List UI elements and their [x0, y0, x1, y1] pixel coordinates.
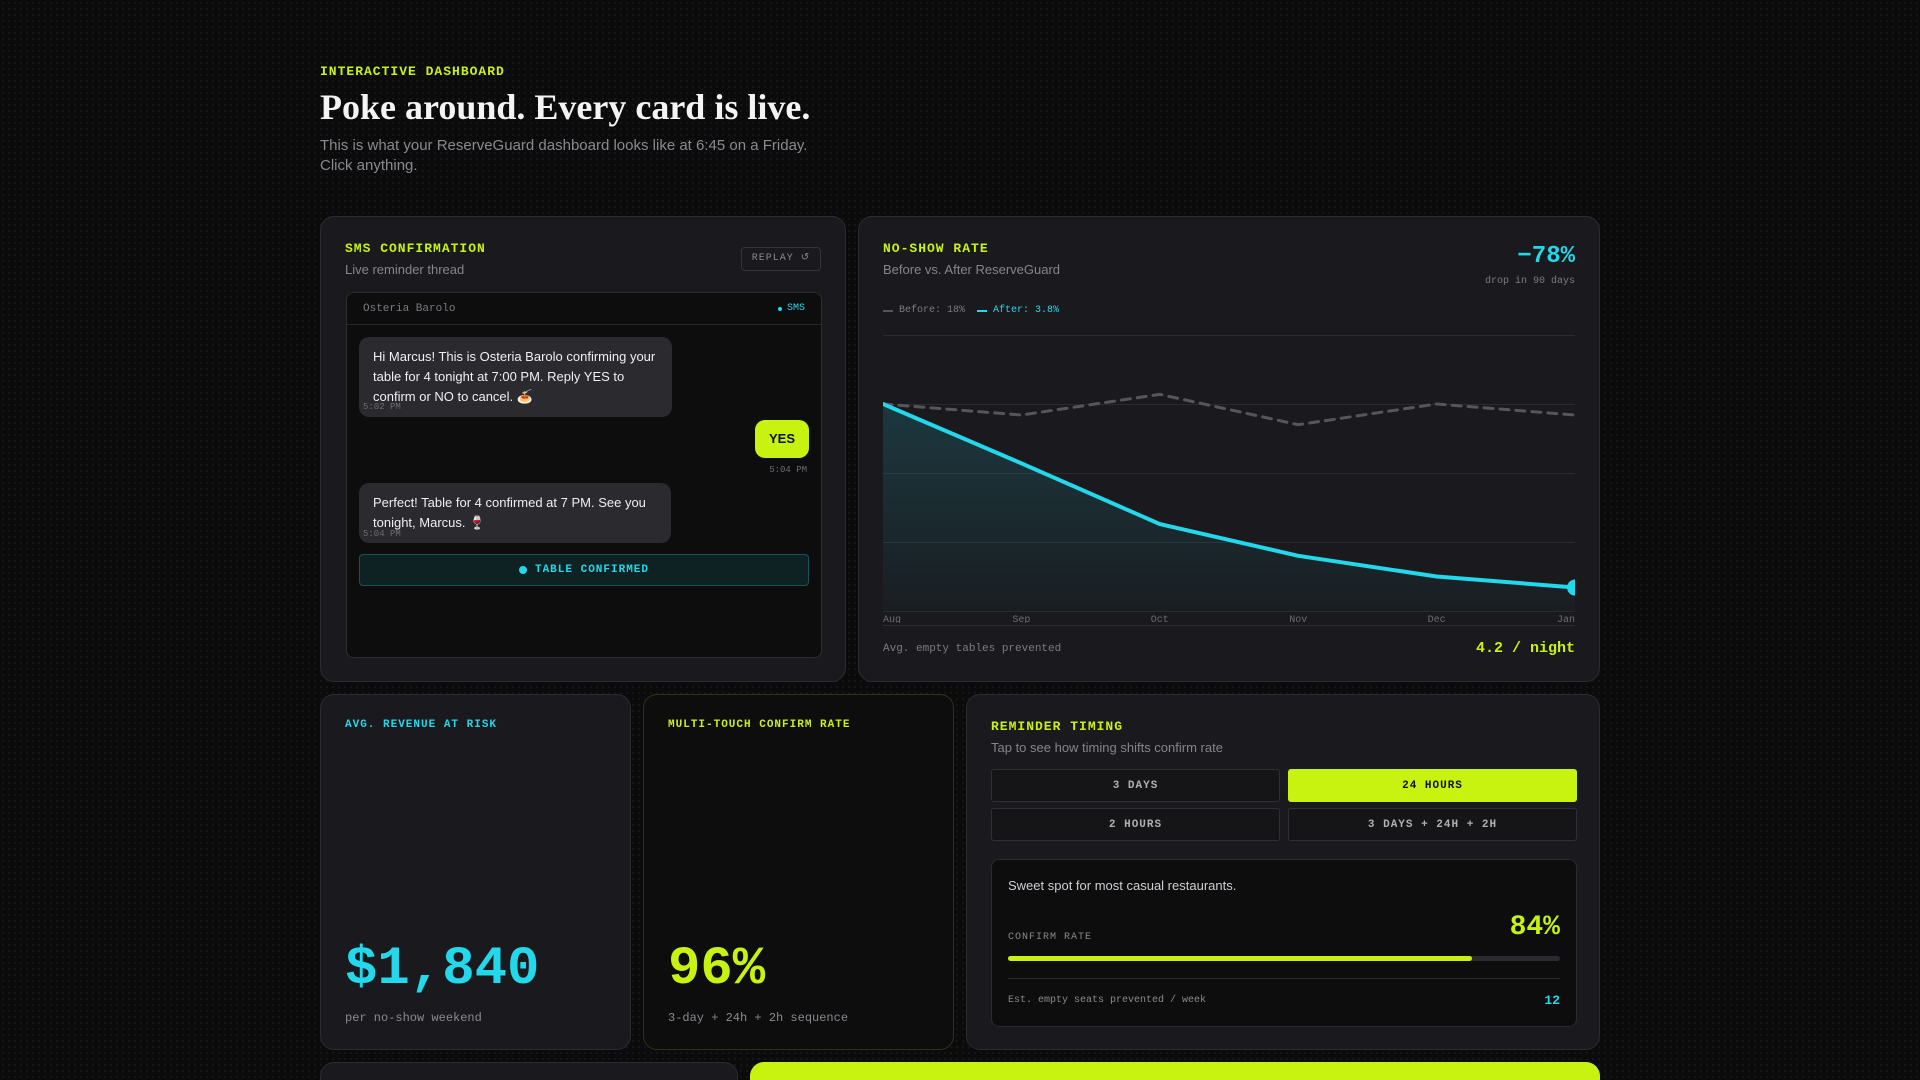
- page-eyebrow: INTERACTIVE DASHBOARD: [320, 64, 505, 79]
- page-subtitle: This is what your ReserveGuard dashboard…: [320, 137, 808, 174]
- sms-confirmation-card[interactable]: SMS CONFIRMATION Live reminder thread RE…: [320, 216, 846, 682]
- timing-option-sequence[interactable]: 3 DAYS + 24H + 2H: [1288, 808, 1577, 841]
- legend-item-after: After: 3.8%: [977, 305, 1059, 316]
- table-confirmed-badge: TABLE CONFIRMED: [359, 554, 809, 586]
- sms-channel-label: SMS: [786, 303, 805, 314]
- no-show-drop-value: −78%: [1517, 243, 1575, 270]
- legend-label-before: Before: 18%: [899, 305, 966, 316]
- confirm-rate-progress-bar: [1008, 956, 1560, 961]
- no-show-line-chart[interactable]: Aug Sep Oct Nov Dec Jan: [883, 335, 1575, 623]
- timing-options: 3 DAYS 24 HOURS 2 HOURS 3 DAYS + 24H + 2…: [991, 769, 1577, 841]
- sms-channel-badge: SMS: [777, 303, 805, 314]
- reminder-timing-card: REMINDER TIMING Tap to see how timing sh…: [966, 694, 1600, 1050]
- message-bubble-incoming: Hi Marcus! This is Osteria Barolo confir…: [359, 337, 672, 417]
- legend-swatch-before: [883, 309, 893, 312]
- empty-tables-label: Avg. empty tables prevented: [883, 642, 1062, 655]
- status-dot-icon: [518, 566, 527, 574]
- page-title: Poke around. Every card is live.: [320, 87, 811, 127]
- timing-detail-panel: Sweet spot for most casual restaurants. …: [991, 859, 1577, 1027]
- revenue-card-title: AVG. REVENUE AT RISK: [345, 719, 498, 731]
- timing-option-2-hours[interactable]: 2 HOURS: [991, 808, 1280, 841]
- legend-item-before: Before: 18%: [883, 305, 965, 316]
- confirm-rate-progress-fill: [1008, 956, 1472, 961]
- timing-card-title: REMINDER TIMING: [991, 719, 1124, 734]
- message-timestamp: 5:04 PM: [769, 465, 807, 475]
- no-show-drop-caption: drop in 90 days: [1484, 276, 1575, 287]
- before-series-line: [883, 392, 1575, 427]
- message-timestamp: 5:04 PM: [363, 529, 401, 539]
- restaurant-name: Osteria Barolo: [363, 302, 456, 315]
- x-tick-label: Aug: [883, 615, 901, 623]
- legend-label-after: After: 3.8%: [993, 305, 1060, 316]
- confirm-rate-caption: 3-day + 24h + 2h sequence: [668, 1011, 849, 1025]
- confirm-rate-label: CONFIRM RATE: [1008, 932, 1093, 943]
- no-show-card-subtitle: Before vs. After ReserveGuard: [883, 262, 1061, 277]
- message-bubble-incoming: Perfect! Table for 4 confirmed at 7 PM. …: [359, 483, 671, 543]
- empty-tables-value: 4.2 / night: [1475, 640, 1575, 657]
- revenue-value: $1,840: [345, 939, 540, 1000]
- message-timestamp: 5:02 PM: [363, 402, 401, 412]
- message-bubble-outgoing: YES: [754, 420, 809, 458]
- x-tick-label: Sep: [1012, 615, 1030, 623]
- seats-prevented-label: Est. empty seats prevented / week: [1008, 995, 1207, 1006]
- chart-legend: Before: 18% After: 3.8%: [883, 305, 1059, 316]
- table-confirmed-label: TABLE CONFIRMED: [534, 564, 650, 576]
- seats-prevented-row: Est. empty seats prevented / week 12: [1008, 978, 1560, 1008]
- no-show-card-title: NO-SHOW RATE: [883, 241, 989, 256]
- x-tick-label: Oct: [1151, 615, 1169, 623]
- multi-touch-confirm-rate-card[interactable]: MULTI-TOUCH CONFIRM RATE 96% 3-day + 24h…: [643, 694, 954, 1050]
- revenue-at-risk-card[interactable]: AVG. REVENUE AT RISK $1,840 per no-show …: [320, 694, 631, 1050]
- timing-description: Sweet spot for most casual restaurants.: [1008, 878, 1237, 893]
- no-show-rate-card[interactable]: NO-SHOW RATE Before vs. After ReserveGua…: [858, 216, 1600, 682]
- dot-icon: [777, 306, 782, 311]
- chart-footer: Avg. empty tables prevented 4.2 / night: [883, 625, 1575, 657]
- seats-prevented-value: 12: [1544, 993, 1560, 1008]
- timing-option-3-days[interactable]: 3 DAYS: [991, 769, 1280, 802]
- confirm-rate-percent: 84%: [1509, 912, 1560, 943]
- x-tick-label: Jan: [1557, 615, 1575, 623]
- confirm-rate-card-title: MULTI-TOUCH CONFIRM RATE: [668, 719, 851, 731]
- next-card-left: [320, 1062, 738, 1080]
- sms-thread: Osteria Barolo SMS Hi Marcus! This is Os…: [346, 292, 822, 658]
- sms-thread-header: Osteria Barolo SMS: [347, 293, 821, 325]
- revenue-caption: per no-show weekend: [345, 1011, 482, 1025]
- no-show-drop-stat: −78% drop in 90 days: [1485, 243, 1575, 287]
- x-tick-label: Nov: [1289, 615, 1307, 623]
- x-tick-label: Dec: [1428, 615, 1446, 623]
- legend-swatch-after: [977, 309, 988, 312]
- timing-option-24-hours[interactable]: 24 HOURS: [1288, 769, 1577, 802]
- replay-button[interactable]: REPLAY ↺: [741, 247, 821, 271]
- timing-card-subtitle: Tap to see how timing shifts confirm rat…: [991, 740, 1223, 755]
- cta-banner[interactable]: [750, 1062, 1600, 1080]
- confirm-rate-row: CONFIRM RATE 84%: [1008, 912, 1560, 943]
- confirm-rate-value: 96%: [668, 939, 766, 1000]
